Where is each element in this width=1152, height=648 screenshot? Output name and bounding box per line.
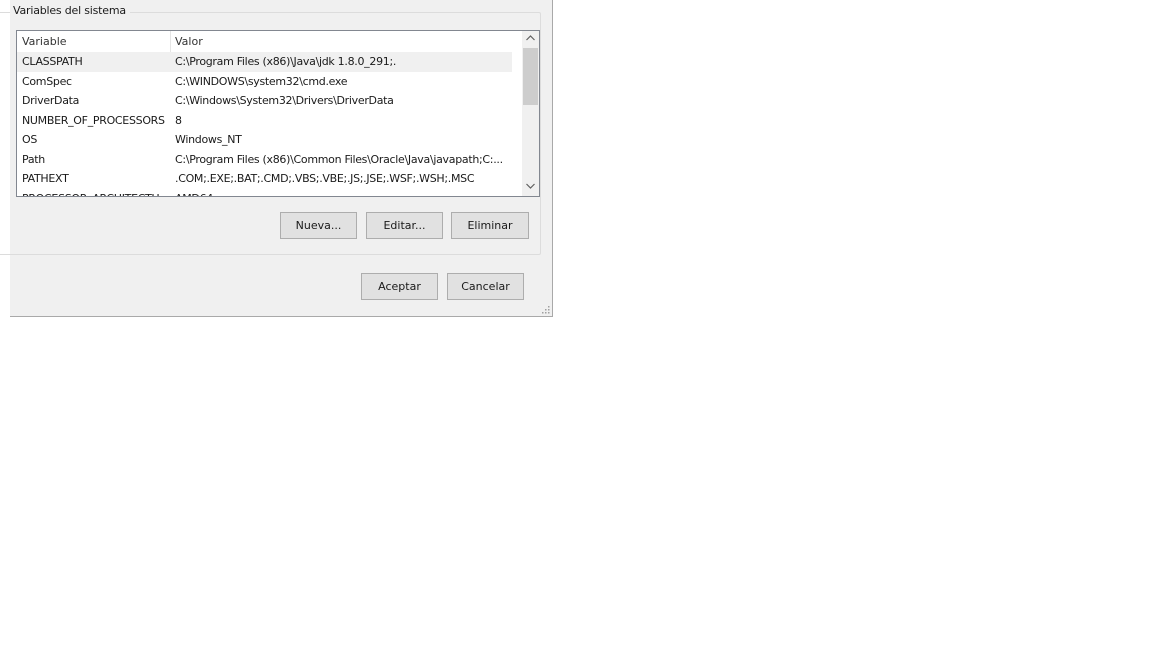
value-cell: C:\Program Files (x86)\Java\jdk 1.8.0_29…	[175, 55, 397, 68]
delete-variable-button[interactable]: Eliminar	[451, 212, 529, 239]
scrollbar-thumb[interactable]	[523, 48, 538, 105]
variable-cell: PATHEXT	[22, 172, 69, 185]
value-cell: C:\Windows\System32\Drivers\DriverData	[175, 94, 394, 107]
system-variables-title: Variables del sistema	[10, 4, 130, 18]
system-variables-list[interactable]: Variable Valor CLASSPATH C:\Program File…	[16, 30, 540, 197]
table-row[interactable]: CLASSPATH C:\Program Files (x86)\Java\jd…	[17, 52, 512, 72]
variable-cell: NUMBER_OF_PROCESSORS	[22, 113, 165, 127]
variable-cell: ComSpec	[22, 74, 72, 88]
table-row[interactable]: Path C:\Program Files (x86)\Common Files…	[17, 150, 512, 170]
variable-cell: PROCESSOR_ARCHITECTU...	[17, 189, 171, 197]
value-cell: 8	[175, 113, 182, 127]
table-row[interactable]: NUMBER_OF_PROCESSORS 8	[17, 111, 512, 131]
table-row[interactable]: PROCESSOR_ARCHITECTU... AMD64	[17, 189, 512, 197]
table-row[interactable]: DriverData C:\Windows\System32\Drivers\D…	[17, 91, 512, 111]
list-header: Variable Valor	[17, 31, 512, 52]
environment-variables-dialog: Variables del sistema Variable Valor CLA…	[0, 0, 553, 317]
table-row[interactable]: PATHEXT .COM;.EXE;.BAT;.CMD;.VBS;.VBE;.J…	[17, 169, 512, 189]
variable-cell: OS	[22, 133, 38, 146]
list-rows: CLASSPATH C:\Program Files (x86)\Java\jd…	[17, 52, 512, 197]
variable-cell: DriverData	[22, 94, 80, 107]
value-cell: .COM;.EXE;.BAT;.CMD;.VBS;.VBE;.JS;.JSE;.…	[175, 172, 475, 185]
variable-cell: Path	[22, 152, 45, 166]
value-cell: Windows_NT	[175, 133, 242, 146]
value-cell: C:\Program Files (x86)\Common Files\Orac…	[175, 152, 503, 166]
ok-button[interactable]: Aceptar	[361, 273, 438, 300]
variable-cell: CLASSPATH	[22, 55, 83, 68]
table-row[interactable]: OS Windows_NT	[17, 130, 512, 150]
chevron-down-icon[interactable]	[522, 179, 539, 196]
column-header-variable[interactable]: Variable	[17, 31, 171, 52]
value-cell: AMD64	[170, 189, 510, 197]
chevron-up-icon[interactable]	[522, 31, 539, 48]
cancel-button[interactable]: Cancelar	[447, 273, 524, 300]
edit-variable-button[interactable]: Editar...	[366, 212, 443, 239]
table-row[interactable]: ComSpec C:\WINDOWS\system32\cmd.exe	[17, 72, 512, 92]
column-header-value[interactable]: Valor	[170, 31, 510, 52]
new-variable-button[interactable]: Nueva...	[280, 212, 357, 239]
vertical-scrollbar[interactable]	[522, 31, 539, 196]
resize-grip-icon[interactable]	[540, 304, 550, 314]
value-cell: C:\WINDOWS\system32\cmd.exe	[175, 74, 348, 88]
